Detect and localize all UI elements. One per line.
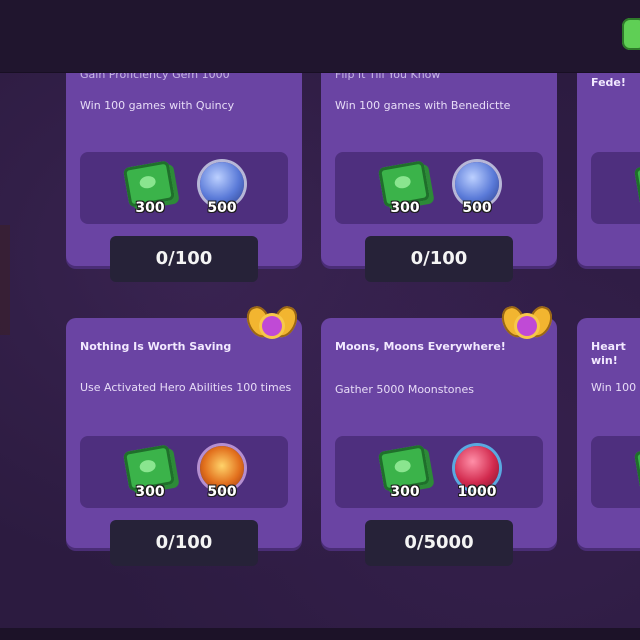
achievement-card-5[interactable]: Moons, Moons Everywhere! Gather 5000 Moo… xyxy=(321,303,557,566)
reward-cash: 300 xyxy=(375,444,435,504)
achievement-description: Gather 5000 Moonstones xyxy=(335,383,474,396)
progress-counter: 0/100 xyxy=(365,236,513,282)
achievement-title: Moons, Moons Everywhere! xyxy=(335,340,506,353)
reward-cash xyxy=(631,160,640,220)
rewards-panel: 300 1000 xyxy=(335,436,543,508)
achievement-description: Win 100 games with Quincy xyxy=(80,99,235,112)
rewards-panel: 300 500 xyxy=(80,152,288,224)
reward-amount: 300 xyxy=(135,484,165,500)
achievement-title: Heart win! xyxy=(591,340,626,367)
rewards-panel: 300 500 xyxy=(335,152,543,224)
progress-counter: 0/100 xyxy=(110,236,258,282)
achievement-card-4[interactable]: Nothing Is Worth Saving Use Activated He… xyxy=(66,303,302,566)
achievement-card-3[interactable]: Fede! xyxy=(577,40,640,266)
reward-cash xyxy=(631,444,640,504)
reward-power: 500 xyxy=(192,444,252,504)
rewards-panel xyxy=(591,436,640,508)
rewards-panel: 300 500 xyxy=(80,436,288,508)
left-panel-edge xyxy=(0,225,10,335)
progress-counter: 0/5000 xyxy=(365,520,513,566)
gem-icon xyxy=(517,316,537,336)
reward-cash: 300 xyxy=(120,160,180,220)
reward-cash: 300 xyxy=(375,160,435,220)
reward-amount: 300 xyxy=(390,484,420,500)
achievement-description: Use Activated Hero Abilities 100 times xyxy=(80,381,292,394)
reward-amount: 300 xyxy=(135,200,165,216)
reward-cash: 300 xyxy=(120,444,180,504)
reward-knowledge: 500 xyxy=(192,160,252,220)
bottom-bar xyxy=(0,628,640,640)
reward-knowledge: 500 xyxy=(447,160,507,220)
achievement-card-2[interactable]: Flip It Till You Know Win 100 games with… xyxy=(321,40,557,282)
gem-icon xyxy=(262,316,282,336)
reward-amount: 1000 xyxy=(457,484,497,500)
reward-amount: 500 xyxy=(207,200,237,216)
reward-amount: 500 xyxy=(462,200,492,216)
achievement-card-1[interactable]: Gain Proficiency Gem 1000 Win 100 games … xyxy=(66,40,302,282)
achievement-description: Win 100 games with Benedictte xyxy=(335,99,511,112)
rewards-panel xyxy=(591,152,640,224)
achievement-title: Fede! xyxy=(591,76,626,89)
reward-amount: 300 xyxy=(390,200,420,216)
reward-amount: 500 xyxy=(207,484,237,500)
reward-moonstone: 1000 xyxy=(447,444,507,504)
achievement-card-6[interactable]: Heart win! Win 100 xyxy=(577,318,640,548)
achievement-description: Win 100 xyxy=(591,381,637,394)
cash-icon xyxy=(633,160,640,208)
currency-icon[interactable] xyxy=(622,18,640,50)
progress-counter: 0/100 xyxy=(110,520,258,566)
cash-icon xyxy=(633,444,640,492)
achievement-title: Nothing Is Worth Saving xyxy=(80,340,232,353)
top-bar xyxy=(0,0,640,73)
